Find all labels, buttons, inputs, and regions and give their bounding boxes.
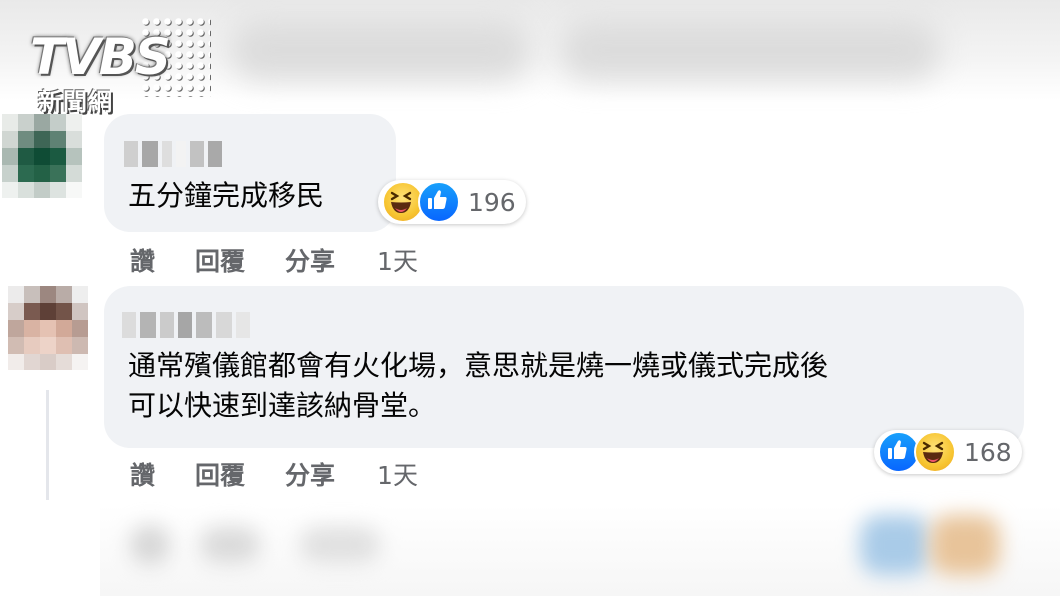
blur-smudge [200,527,260,563]
reaction-count: 168 [964,437,1012,467]
timestamp[interactable]: 1天 [377,456,418,492]
haha-icon [914,431,956,473]
avatar[interactable] [2,114,82,198]
commenter-name-blurred[interactable] [122,312,250,338]
blur-smudge [300,527,380,563]
blur-smudge [130,525,170,565]
share-link[interactable]: 分享 [285,242,335,278]
reaction-summary[interactable]: 196 [378,180,526,224]
blur-smudge [230,20,530,80]
comment-text: 通常殯儀館都會有火化場，意思就是燒一燒或儀式完成後 可以快速到達該納骨堂。 [128,349,829,422]
reply-link[interactable]: 回覆 [195,456,245,492]
like-link[interactable]: 讚 [130,242,155,278]
commenter-name-blurred[interactable] [124,141,222,167]
blur-smudge [560,20,940,80]
comment-actions: 讚 回覆 分享 1天 [130,456,418,492]
logo-brand-text: TVBS [30,28,171,86]
comment-actions: 讚 回覆 分享 1天 [130,242,418,278]
like-icon [418,181,460,223]
avatar[interactable] [8,286,88,370]
reaction-summary[interactable]: 168 [874,430,1022,474]
tvbs-watermark-logo: TVBS 新聞網 [30,14,215,116]
timestamp[interactable]: 1天 [377,242,418,278]
thread-line [46,390,49,500]
reaction-count: 196 [468,187,516,217]
logo-subtitle: 新聞網 [38,88,113,116]
blur-smudge [930,515,1000,575]
blur-smudge [860,515,930,575]
share-link[interactable]: 分享 [285,456,335,492]
like-link[interactable]: 讚 [130,456,155,492]
bottom-blurred-region [100,505,1060,596]
reply-link[interactable]: 回覆 [195,242,245,278]
comment-text: 五分鐘完成移民 [128,179,325,212]
